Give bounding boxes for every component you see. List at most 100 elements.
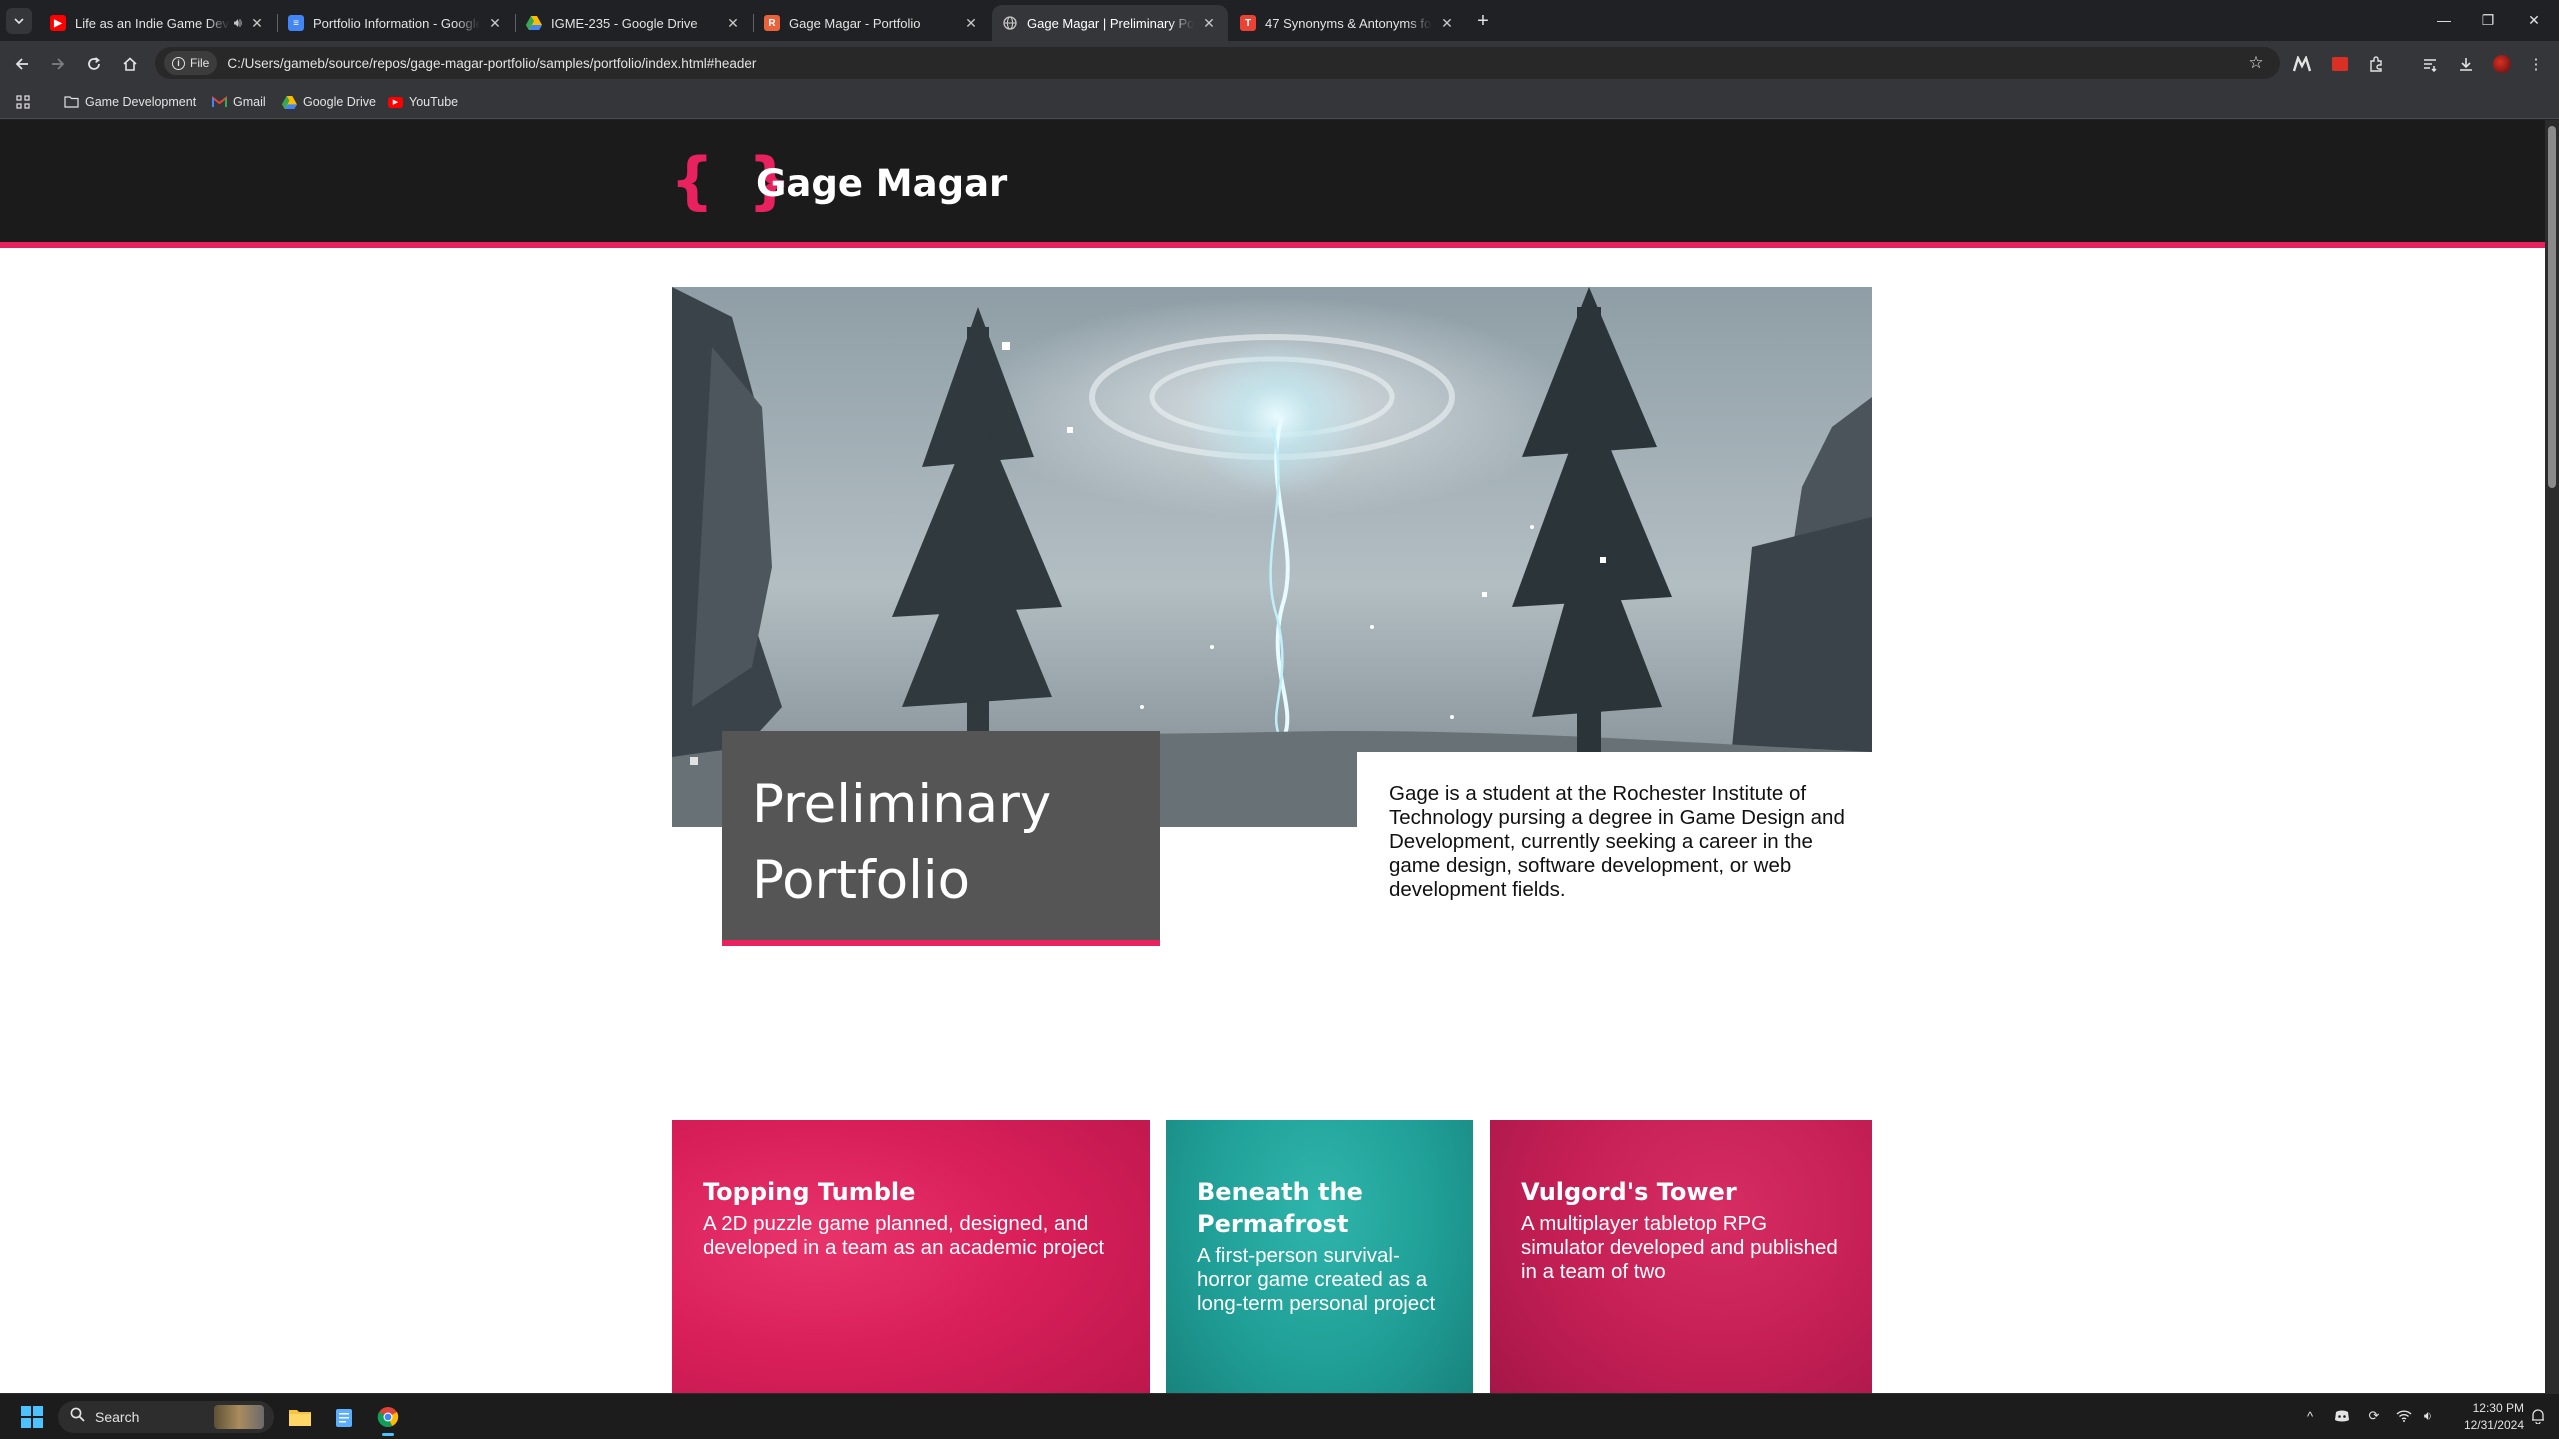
project-card-beneath-the-permafrost[interactable]: Beneath the Permafrost A first-person su… bbox=[1166, 1120, 1473, 1393]
profile-avatar[interactable] bbox=[2490, 52, 2514, 76]
tab-thesaurus[interactable]: T 47 Synonyms & Antonyms for ✕ bbox=[1230, 5, 1466, 41]
tab-title: Gage Magar - Portfolio bbox=[789, 15, 921, 31]
project-card-topping-tumble[interactable]: Topping Tumble A 2D puzzle game planned,… bbox=[672, 1120, 1150, 1393]
taskbar-clock[interactable]: 12:30 PM 12/31/2024 bbox=[2444, 1400, 2524, 1434]
extension-red-icon[interactable] bbox=[2328, 52, 2352, 76]
apps-grid-button[interactable] bbox=[16, 91, 30, 113]
tab-title: Life as an Indie Game Developer bbox=[75, 15, 230, 31]
clock-date: 12/31/2024 bbox=[2463, 1418, 2524, 1432]
restore-button[interactable]: ❐ bbox=[2466, 6, 2510, 34]
search-label: Search bbox=[95, 1409, 140, 1425]
bookmark-label: YouTube bbox=[409, 95, 459, 109]
chevron-down-icon bbox=[14, 18, 24, 25]
desktop-screen: ▶ Life as an Indie Game Developer 🔊︎ ✕ ≡… bbox=[0, 0, 2559, 1439]
project-description: A multiplayer tabletop RPG simulator dev… bbox=[1521, 1212, 1838, 1283]
extensions-puzzle-icon[interactable] bbox=[2364, 52, 2388, 76]
download-icon[interactable] bbox=[2454, 52, 2478, 76]
tab-google-drive[interactable]: IGME-235 - Google Drive ✕ bbox=[516, 5, 752, 41]
bookmark-game-development[interactable]: Game Development bbox=[64, 91, 196, 113]
portfolio-icon: R bbox=[764, 15, 780, 31]
active-app-indicator bbox=[382, 1433, 394, 1436]
windows-taskbar: Search ^ ⟳ 🔉︎ 12:30 PM 12/31/2024 bbox=[0, 1393, 2559, 1439]
start-button[interactable] bbox=[16, 1402, 48, 1432]
bookmarks-bar: Game Development Gmail Google Drive ▶ Yo… bbox=[0, 85, 2559, 119]
forward-button[interactable] bbox=[44, 50, 72, 78]
apps-grid-icon bbox=[16, 95, 30, 109]
info-icon: i bbox=[172, 56, 185, 70]
youtube-icon: ▶ bbox=[50, 15, 66, 31]
tab-title: Gage Magar | Preliminary Portfolio bbox=[1027, 15, 1194, 31]
volume-icon[interactable]: 🔉︎ bbox=[2418, 1406, 2438, 1426]
windows-logo-icon bbox=[21, 1406, 43, 1428]
clock-time: 12:30 PM bbox=[2472, 1401, 2524, 1415]
bookmark-gmail[interactable]: Gmail bbox=[212, 91, 266, 113]
thesaurus-icon: T bbox=[1240, 15, 1256, 31]
tab-portfolio[interactable]: R Gage Magar - Portfolio ✕ bbox=[754, 5, 990, 41]
chrome-icon bbox=[377, 1407, 399, 1427]
tab-youtube[interactable]: ▶ Life as an Indie Game Developer 🔊︎ ✕ bbox=[40, 5, 276, 41]
gmail-icon bbox=[212, 95, 227, 110]
project-card-vulgords-tower[interactable]: Vulgord's Tower A multiplayer tabletop R… bbox=[1490, 1120, 1872, 1393]
browser-tab-bar: ▶ Life as an Indie Game Developer 🔊︎ ✕ ≡… bbox=[0, 0, 2559, 41]
tab-title: IGME-235 - Google Drive bbox=[551, 15, 698, 31]
close-icon[interactable]: ✕ bbox=[724, 14, 742, 32]
folder-icon bbox=[289, 1410, 311, 1426]
bookmark-label: Game Development bbox=[85, 95, 197, 109]
hero-title-card: Preliminary Portfolio bbox=[722, 731, 1160, 946]
page-scrollbar[interactable] bbox=[2545, 120, 2559, 1393]
notepad-icon bbox=[336, 1409, 352, 1427]
discord-icon[interactable] bbox=[2332, 1406, 2352, 1426]
bookmark-google-drive[interactable]: Google Drive bbox=[282, 91, 376, 113]
site-info-label: File bbox=[190, 56, 210, 70]
reload-icon bbox=[88, 57, 100, 70]
back-button[interactable] bbox=[8, 50, 36, 78]
google-drive-icon bbox=[526, 15, 542, 31]
project-title: Beneath the Permafrost bbox=[1197, 1178, 1363, 1238]
home-icon bbox=[123, 57, 137, 71]
close-icon[interactable]: ✕ bbox=[1438, 14, 1456, 32]
taskbar-file-explorer[interactable] bbox=[284, 1402, 316, 1432]
site-header: { } Gage Magar bbox=[0, 120, 2545, 248]
bookmark-star-icon[interactable]: ☆ bbox=[2244, 51, 2268, 75]
url-text[interactable]: C:/Users/gameb/source/repos/gage-magar-p… bbox=[227, 56, 756, 71]
taskbar-notepad[interactable] bbox=[328, 1402, 360, 1432]
address-bar[interactable]: i File C:/Users/gameb/source/repos/gage-… bbox=[155, 47, 2280, 79]
site-name[interactable]: Gage Magar bbox=[756, 162, 1007, 205]
wifi-icon[interactable] bbox=[2394, 1406, 2414, 1426]
notification-bell-icon[interactable] bbox=[2528, 1406, 2548, 1426]
speaker-icon[interactable]: 🔊︎ bbox=[234, 15, 242, 31]
intro-paragraph: Gage is a student at the Rochester Insti… bbox=[1389, 782, 1845, 901]
globe-icon bbox=[1002, 15, 1018, 31]
search-icon bbox=[70, 1407, 85, 1427]
google-docs-icon: ≡ bbox=[288, 15, 304, 31]
tab-google-docs[interactable]: ≡ Portfolio Information - Google Docs ✕ bbox=[278, 5, 514, 41]
intro-text-box: Gage is a student at the Rochester Insti… bbox=[1357, 752, 1882, 1002]
new-tab-button[interactable]: + bbox=[1470, 8, 1496, 34]
close-icon[interactable]: ✕ bbox=[248, 14, 266, 32]
reload-button[interactable] bbox=[80, 50, 108, 78]
close-icon[interactable]: ✕ bbox=[486, 14, 504, 32]
scrollbar-thumb[interactable] bbox=[2548, 126, 2556, 488]
hero-title-line-2: Portfolio bbox=[752, 850, 971, 911]
taskbar-chrome[interactable] bbox=[372, 1402, 404, 1436]
project-description: A 2D puzzle game planned, designed, and … bbox=[703, 1212, 1105, 1259]
tab-search-button[interactable] bbox=[6, 8, 32, 34]
chevron-up-icon[interactable]: ^ bbox=[2300, 1406, 2320, 1426]
close-window-button[interactable]: ✕ bbox=[2512, 6, 2556, 34]
site-info-chip[interactable]: i File bbox=[164, 51, 218, 75]
browser-toolbar: i File C:/Users/gameb/source/repos/gage-… bbox=[0, 41, 2559, 85]
taskbar-search-box[interactable]: Search bbox=[58, 1401, 274, 1433]
extension-m-icon[interactable] bbox=[2290, 52, 2314, 76]
browser-menu-icon[interactable]: ⋮ bbox=[2524, 52, 2548, 76]
home-button[interactable] bbox=[116, 50, 144, 78]
bookmark-youtube[interactable]: ▶ YouTube bbox=[388, 91, 458, 113]
minimize-button[interactable]: — bbox=[2422, 6, 2466, 34]
close-icon[interactable]: ✕ bbox=[1200, 14, 1218, 32]
sync-icon[interactable]: ⟳ bbox=[2364, 1406, 2384, 1426]
reading-list-icon[interactable] bbox=[2418, 52, 2442, 76]
close-icon[interactable]: ✕ bbox=[962, 14, 980, 32]
project-title: Topping Tumble bbox=[703, 1178, 916, 1206]
tab-preliminary-portfolio[interactable]: Gage Magar | Preliminary Portfolio ✕ bbox=[992, 5, 1228, 41]
youtube-icon: ▶ bbox=[388, 95, 403, 110]
page-viewport: { } Gage Magar Gage is a student at the … bbox=[0, 120, 2545, 1393]
